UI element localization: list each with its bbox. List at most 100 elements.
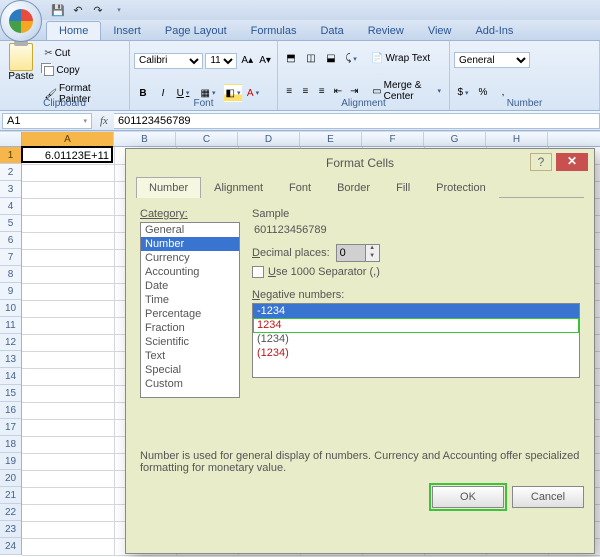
category-currency[interactable]: Currency [141,251,239,265]
align-bottom-button[interactable]: ⬓ [322,50,340,68]
row-head-7[interactable]: 7 [0,249,21,266]
row-head-15[interactable]: 15 [0,385,21,402]
tab-view[interactable]: View [416,22,464,40]
orientation-button[interactable]: ⤹ [342,50,360,68]
dlg-tab-border[interactable]: Border [324,177,383,198]
row-head-19[interactable]: 19 [0,453,21,470]
category-scientific[interactable]: Scientific [141,335,239,349]
row-head-22[interactable]: 22 [0,504,21,521]
grow-font-button[interactable]: A▴ [239,52,255,70]
spin-up-icon[interactable]: ▲ [366,245,379,253]
font-family-select[interactable]: Calibri [134,53,203,69]
row-head-4[interactable]: 4 [0,198,21,215]
dialog-help-button[interactable]: ? [530,153,552,171]
tab-page-layout[interactable]: Page Layout [153,22,239,40]
tab-insert[interactable]: Insert [101,22,153,40]
category-custom[interactable]: Custom [141,377,239,391]
align-top-button[interactable]: ⬒ [282,50,300,68]
row-head-13[interactable]: 13 [0,351,21,368]
dialog-close-button[interactable]: ✕ [556,153,588,171]
tab-home[interactable]: Home [46,21,101,40]
row-head-2[interactable]: 2 [0,164,21,181]
row-head-18[interactable]: 18 [0,436,21,453]
col-head-h[interactable]: H [486,132,548,146]
category-text[interactable]: Text [141,349,239,363]
tab-review[interactable]: Review [356,22,416,40]
category-label: Category: [140,208,188,220]
row-head-24[interactable]: 24 [0,538,21,555]
row-head-16[interactable]: 16 [0,402,21,419]
undo-icon[interactable]: ↶ [70,2,86,18]
spin-down-icon[interactable]: ▼ [366,253,379,261]
align-middle-button[interactable]: ◫ [302,50,320,68]
shrink-font-button[interactable]: A▾ [257,52,273,70]
redo-icon[interactable]: ↷ [90,2,106,18]
row-head-10[interactable]: 10 [0,300,21,317]
decimal-places-spinner[interactable]: ▲▼ [336,244,380,262]
dlg-tab-font[interactable]: Font [276,177,324,198]
neg-item-0[interactable]: -1234 [253,304,579,318]
formula-input[interactable]: 601123456789 [114,113,600,129]
wrap-text-button[interactable]: 📄Wrap Text [367,51,434,66]
row-head-17[interactable]: 17 [0,419,21,436]
row-head-6[interactable]: 6 [0,232,21,249]
fx-icon[interactable]: fx [94,115,114,127]
save-icon[interactable]: 💾 [50,2,66,18]
neg-item-2[interactable]: (1234) [253,332,579,346]
thousand-separator-checkbox[interactable]: Use 1000 Separator (,) [252,266,380,278]
row-head-5[interactable]: 5 [0,215,21,232]
cut-button[interactable]: ✂Cut [40,46,125,61]
col-head-b[interactable]: B [114,132,176,146]
col-head-f[interactable]: F [362,132,424,146]
category-date[interactable]: Date [141,279,239,293]
row-head-9[interactable]: 9 [0,283,21,300]
col-head-e[interactable]: E [300,132,362,146]
select-all-corner[interactable] [0,132,22,146]
dlg-tab-number[interactable]: Number [136,177,201,198]
category-general[interactable]: General [141,223,239,237]
category-list[interactable]: GeneralNumberCurrencyAccountingDateTimeP… [140,222,240,398]
decimal-places-input[interactable] [337,245,365,261]
row-head-8[interactable]: 8 [0,266,21,283]
qat-dropdown-icon[interactable] [110,2,126,18]
negative-numbers-list[interactable]: -1234 1234 (1234) (1234) [252,303,580,378]
group-number: General $ % , Number [450,41,600,110]
font-size-select[interactable]: 11 [205,53,237,69]
category-time[interactable]: Time [141,293,239,307]
row-head-3[interactable]: 3 [0,181,21,198]
row-head-21[interactable]: 21 [0,487,21,504]
row-head-20[interactable]: 20 [0,470,21,487]
row-head-23[interactable]: 23 [0,521,21,538]
row-head-1[interactable]: 1 [0,147,21,164]
cell-a1[interactable]: 6.01123E+11 [21,146,113,163]
number-format-select[interactable]: General [454,52,530,68]
office-button[interactable] [0,0,42,42]
dlg-tab-alignment[interactable]: Alignment [201,177,276,198]
col-head-g[interactable]: G [424,132,486,146]
number-options-pane: Sample 601123456789 Decimal places: ▲▼ U… [252,208,580,378]
tab-data[interactable]: Data [308,22,355,40]
col-head-d[interactable]: D [238,132,300,146]
category-fraction[interactable]: Fraction [141,321,239,335]
col-head-c[interactable]: C [176,132,238,146]
name-box[interactable]: A1▾ [2,113,92,129]
row-head-12[interactable]: 12 [0,334,21,351]
row-head-14[interactable]: 14 [0,368,21,385]
category-number[interactable]: Number [141,237,239,251]
neg-item-3[interactable]: (1234) [253,346,579,360]
dlg-tab-protection[interactable]: Protection [423,177,499,198]
tab-addins[interactable]: Add-Ins [463,22,525,40]
row-head-11[interactable]: 11 [0,317,21,334]
col-head-a[interactable]: A [22,132,114,146]
cancel-button[interactable]: Cancel [512,486,584,508]
tab-formulas[interactable]: Formulas [239,22,309,40]
category-percentage[interactable]: Percentage [141,307,239,321]
category-special[interactable]: Special [141,363,239,377]
copy-button[interactable]: Copy [40,63,125,78]
checkbox-icon [252,266,264,278]
neg-item-1[interactable]: 1234 [253,318,579,332]
category-accounting[interactable]: Accounting [141,265,239,279]
dlg-tab-fill[interactable]: Fill [383,177,423,198]
ok-button[interactable]: OK [432,486,504,508]
decimal-places-row: Decimal places: ▲▼ [252,244,580,262]
